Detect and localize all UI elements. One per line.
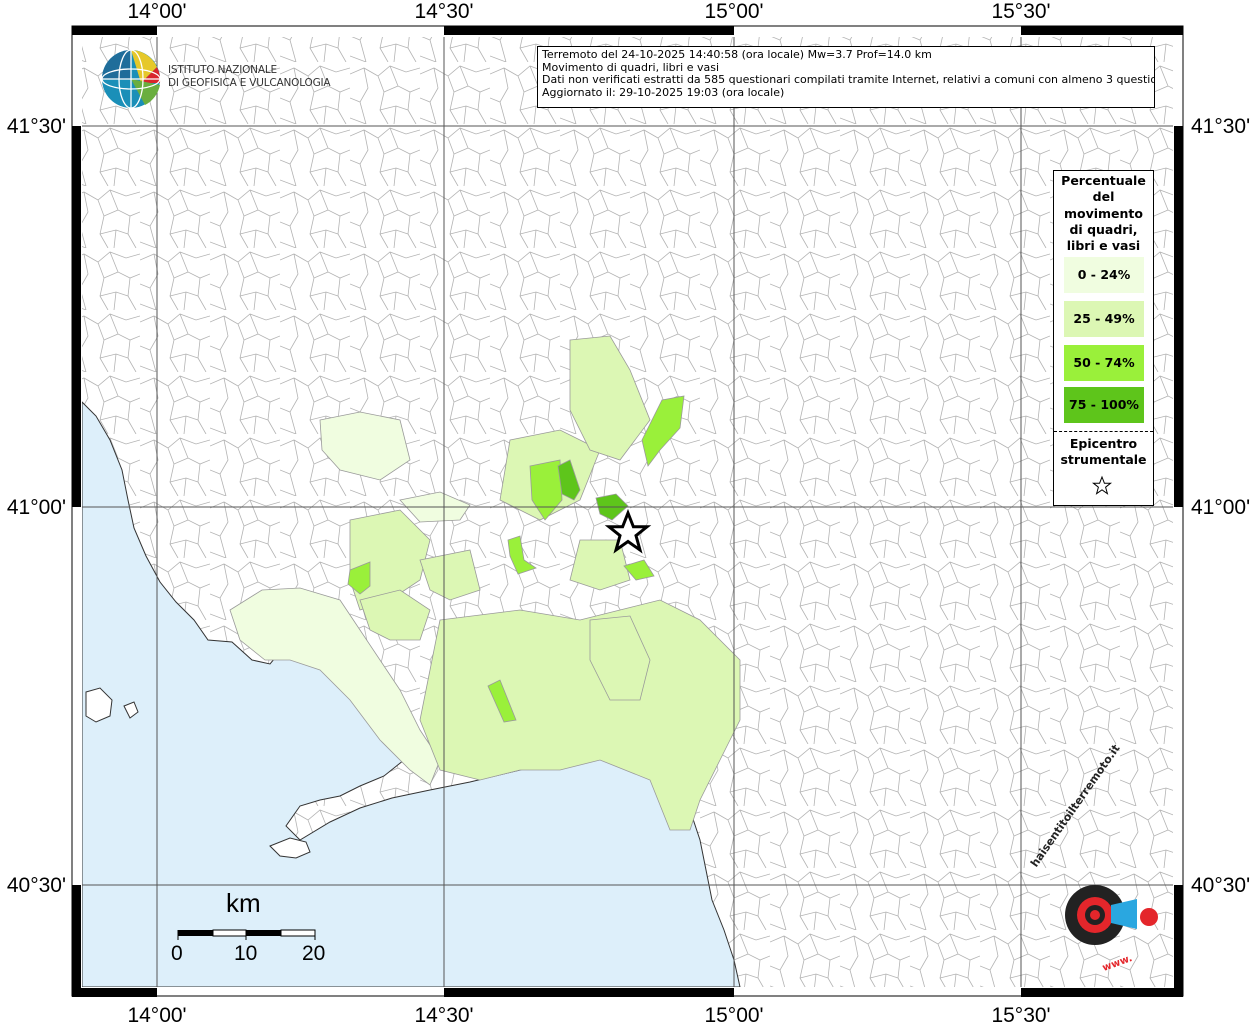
lat-label-left-3: 40°30' [7,874,66,897]
legend-title-4: di quadri, [1069,221,1138,237]
scale-unit: km [226,888,261,918]
legend-epicenter-label: Epicentro strumentale [1054,436,1153,468]
event-info-box: Terremoto del 24-10-2025 14:40:58 (ora l… [537,46,1155,108]
legend-title-2: del [1092,189,1115,205]
ingv-name-line2: DI GEOFISICA E VULCANOLOGIA [168,76,331,89]
legend-item-0-24: 0 - 24% [1064,257,1144,293]
lon-label-top-4: 15°30' [991,0,1050,23]
lon-label-top-2: 14°30' [414,0,473,23]
event-data-note: Dati non verificati estratti da 585 ques… [542,73,1155,87]
legend-title-5: libri e vasi [1066,238,1141,254]
scale-tick-10: 10 [234,942,258,965]
legend-epicenter-line1: Epicentro [1069,436,1138,451]
lat-label-right-2: 41°00' [1191,496,1250,519]
scale-tick-0: 0 [171,942,183,965]
event-updated: Aggiornato il: 29-10-2025 19:03 (ora loc… [542,85,785,99]
ingv-name-line1: ISTITUTO NAZIONALE [168,64,277,76]
legend-title: Percentuale del movimento di quadri, lib… [1054,173,1153,254]
event-title: Terremoto del 24-10-2025 14:40:58 (ora l… [542,48,932,61]
lat-label-right-3: 40°30' [1191,874,1250,897]
lat-label-left-1: 41°30' [7,115,66,138]
legend-star-icon [1091,475,1113,495]
lon-label-bottom-4: 15°30' [991,1004,1050,1024]
lat-label-right-1: 41°30' [1191,115,1250,138]
legend-epicenter-line2: strumentale [1060,452,1147,467]
legend-item-25-49: 25 - 49% [1064,301,1144,337]
lon-label-bottom-1: 14°00' [127,1004,186,1024]
lon-label-top-3: 15°00' [704,0,763,23]
legend: Percentuale del movimento di quadri, lib… [1053,170,1154,506]
ingv-logo-icon [101,49,161,109]
lat-label-left-2: 41°00' [7,496,66,519]
legend-separator [1054,431,1153,432]
legend-item-50-74: 50 - 74% [1064,345,1144,381]
ingv-name: ISTITUTO NAZIONALE DI GEOFISICA E VULCAN… [168,64,331,89]
lon-label-bottom-2: 14°30' [414,1004,473,1024]
legend-item-75-100: 75 - 100% [1064,387,1144,423]
intensity-map: 14°00' 14°30' 15°00' 15°30' 14°00' 14°30… [7,0,1250,1024]
legend-title-1: Percentuale [1061,173,1146,188]
legend-title-3: movimento [1063,205,1143,221]
lon-label-top-1: 14°00' [127,0,186,23]
scale-tick-20: 20 [302,942,326,965]
lon-label-bottom-3: 15°00' [704,1004,763,1024]
